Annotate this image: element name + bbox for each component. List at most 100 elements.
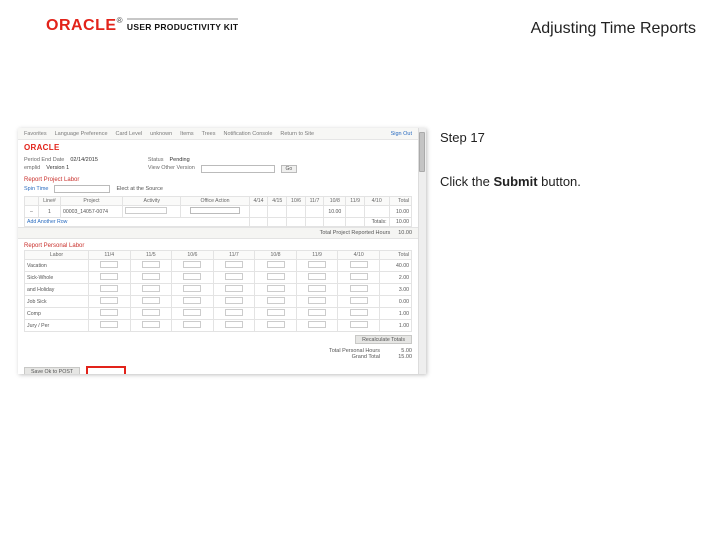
hours-input[interactable]: [183, 273, 201, 280]
sign-out-link[interactable]: Sign Out: [391, 131, 412, 137]
page: ORACLE® USER PRODUCTIVITY KIT Adjusting …: [0, 0, 720, 540]
hours-input[interactable]: [183, 297, 201, 304]
hours-input[interactable]: [350, 261, 368, 268]
hours-input[interactable]: [308, 309, 326, 316]
hours-input[interactable]: [308, 285, 326, 292]
cell-line: 1: [39, 206, 61, 218]
office-action-select[interactable]: [190, 207, 240, 214]
col-day: 11/4: [89, 251, 131, 260]
hours-input[interactable]: [225, 321, 243, 328]
cell-day[interactable]: [287, 206, 306, 218]
submit-button[interactable]: [86, 366, 126, 374]
hours-input[interactable]: [225, 285, 243, 292]
col-labor: Labor: [25, 251, 89, 260]
hours-input[interactable]: [267, 309, 285, 316]
hours-input[interactable]: [183, 321, 201, 328]
hours-input[interactable]: [308, 321, 326, 328]
oracle-logo: ORACLE® USER PRODUCTIVITY KIT: [46, 16, 238, 35]
table-row: Job Sick0.00: [25, 296, 412, 308]
scrollbar-vertical[interactable]: [418, 128, 426, 374]
hours-input[interactable]: [350, 321, 368, 328]
spin-time-hint: Elect at the Source: [116, 186, 162, 192]
hours-input[interactable]: [350, 309, 368, 316]
version-select[interactable]: [201, 165, 275, 173]
hours-input[interactable]: [225, 261, 243, 268]
hours-input[interactable]: [350, 297, 368, 304]
nav-item[interactable]: Card Level: [116, 131, 143, 137]
labor-label: Vacation: [25, 260, 89, 272]
hours-input[interactable]: [100, 273, 118, 280]
hours-input[interactable]: [267, 321, 285, 328]
hours-input[interactable]: [267, 285, 285, 292]
section-personal-labor-title: Report Personal Labor: [18, 239, 418, 250]
add-another-row-link[interactable]: Add Another Row: [27, 219, 67, 225]
hours-input[interactable]: [350, 285, 368, 292]
nav-item[interactable]: unknown: [150, 131, 172, 137]
hours-input[interactable]: [183, 285, 201, 292]
hours-input[interactable]: [100, 285, 118, 292]
cell-day[interactable]: [364, 206, 389, 218]
scrollbar-thumb[interactable]: [419, 132, 425, 172]
cell-day[interactable]: [346, 206, 364, 218]
hours-input[interactable]: [100, 309, 118, 316]
hours-input[interactable]: [308, 273, 326, 280]
hours-input[interactable]: [100, 297, 118, 304]
hours-input[interactable]: [267, 261, 285, 268]
nav-item[interactable]: Favorites: [24, 131, 47, 137]
brand-word: ORACLE: [46, 17, 117, 34]
col-line: Line#: [39, 197, 61, 206]
hours-input[interactable]: [142, 261, 160, 268]
info-row: Period End Date02/14/2015 emplidVersion …: [18, 154, 418, 173]
labor-label: Comp: [25, 308, 89, 320]
col-activity: Activity: [123, 197, 181, 206]
spin-time-label[interactable]: Spin Time: [24, 186, 48, 192]
period-end-label: Period End Date: [24, 157, 64, 163]
row-total: 2.00: [380, 272, 412, 284]
instruction-prefix: Click the: [440, 174, 493, 189]
activity-input[interactable]: [125, 207, 167, 214]
hours-input[interactable]: [267, 297, 285, 304]
col-day: 10/6: [172, 251, 214, 260]
screenshot-content: Favorites Language Preference Card Level…: [18, 128, 418, 374]
nav-item[interactable]: Notification Console: [223, 131, 272, 137]
hours-input[interactable]: [142, 273, 160, 280]
hours-input[interactable]: [100, 261, 118, 268]
period-end-value: 02/14/2015: [70, 157, 98, 163]
col-project: Project: [60, 197, 122, 206]
hours-input[interactable]: [142, 297, 160, 304]
nav-item[interactable]: Language Preference: [55, 131, 108, 137]
hours-input[interactable]: [225, 273, 243, 280]
instruction-text: Click the Submit button.: [440, 172, 690, 192]
hours-input[interactable]: [142, 285, 160, 292]
hours-input[interactable]: [350, 273, 368, 280]
row-delete-icon[interactable]: –: [30, 209, 33, 215]
hours-input[interactable]: [225, 297, 243, 304]
cell-day[interactable]: [249, 206, 268, 218]
hours-input[interactable]: [267, 273, 285, 280]
app-logo-row: ORACLE: [18, 140, 418, 154]
spin-time-input[interactable]: [54, 185, 110, 193]
cell-day[interactable]: 10.00: [324, 206, 346, 218]
save-ok-button[interactable]: Save Ok to POST: [24, 367, 80, 375]
cell-day[interactable]: [268, 206, 287, 218]
nav-item[interactable]: Items: [180, 131, 193, 137]
nav-item[interactable]: Trees: [202, 131, 216, 137]
cell-day[interactable]: [305, 206, 323, 218]
hours-input[interactable]: [142, 309, 160, 316]
hours-input[interactable]: [308, 261, 326, 268]
hours-input[interactable]: [183, 261, 201, 268]
instruction-suffix: button.: [538, 174, 581, 189]
go-button[interactable]: Go: [281, 165, 297, 173]
cell-project: 00003_14057-0074: [60, 206, 122, 218]
hours-input[interactable]: [308, 297, 326, 304]
hours-input[interactable]: [100, 321, 118, 328]
nav-item[interactable]: Return to Site: [280, 131, 314, 137]
hours-input[interactable]: [142, 321, 160, 328]
hours-input[interactable]: [225, 309, 243, 316]
table-header-row: Labor 11/4 11/5 10/6 11/7 10/8 11/9 4/10…: [25, 251, 412, 260]
labor-label: Jury / Per: [25, 320, 89, 332]
doc-header: ORACLE® USER PRODUCTIVITY KIT Adjusting …: [46, 16, 696, 56]
hours-input[interactable]: [183, 309, 201, 316]
trademark: ®: [117, 16, 123, 25]
recalculate-button[interactable]: Recalculate Totals: [355, 335, 412, 344]
